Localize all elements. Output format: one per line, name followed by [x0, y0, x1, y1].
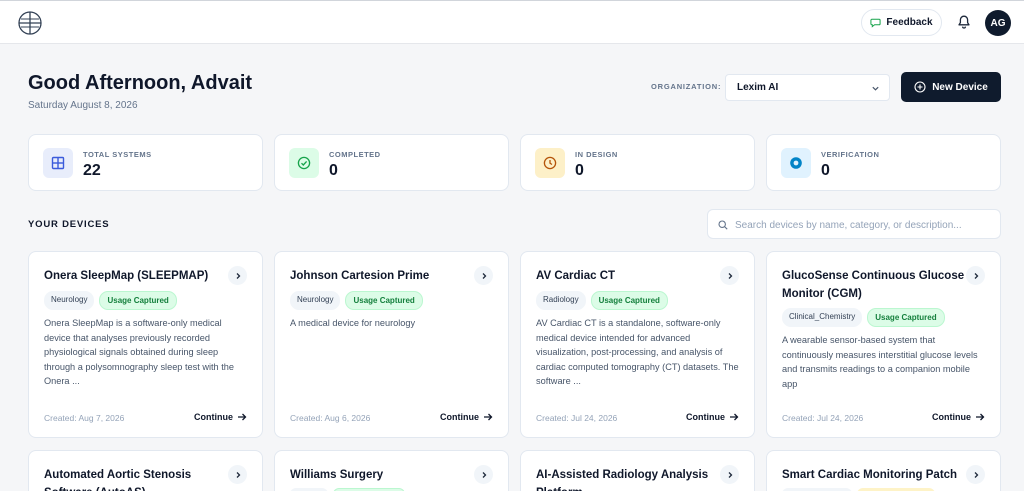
category-badge: Radiology [536, 291, 586, 310]
status-badge: Usage Captured [590, 291, 668, 310]
device-title: Johnson Cartesion Prime [290, 270, 430, 282]
stat-label: COMPLETED [329, 150, 381, 159]
search-box [707, 209, 1001, 239]
created-date: Created: Aug 6, 2026 [290, 413, 371, 423]
stat-value: 0 [329, 162, 338, 179]
organization-selected: Lexim AI [737, 82, 779, 93]
device-card[interactable]: Onera SleepMap (SLEEPMAP) Neurology Usag… [28, 251, 263, 438]
chevron-down-icon [872, 86, 879, 91]
device-card[interactable]: Automated Aortic Stenosis Software (Auto… [28, 450, 263, 491]
avatar[interactable]: AG [985, 10, 1011, 36]
chat-icon [870, 18, 882, 28]
tag-list: Neurology Usage Captured [44, 291, 177, 310]
device-card[interactable]: Williams Surgery [274, 450, 509, 491]
feedback-button[interactable]: Feedback [861, 9, 942, 36]
device-card[interactable]: AV Cardiac CT Radiology Usage Captured A… [520, 251, 755, 438]
category-badge: Neurology [290, 291, 341, 310]
logo-icon[interactable] [17, 10, 43, 36]
device-description: A wearable sensor-based system that cont… [782, 335, 978, 389]
stat-label: TOTAL SYSTEMS [83, 150, 152, 159]
tag-list: Clinical_Chemistry Usage Captured [782, 308, 945, 327]
continue-button[interactable]: Continue [686, 412, 739, 422]
tag-list: Neurology Usage Captured [290, 291, 423, 310]
page-title: Good Afternoon, Advait [28, 72, 253, 94]
organization-select[interactable]: Lexim AI [725, 74, 890, 101]
arrow-right-icon [730, 413, 739, 421]
device-title: Onera SleepMap (SLEEPMAP) [44, 270, 209, 282]
created-date: Created: Aug 7, 2026 [44, 413, 125, 423]
avatar-initials: AG [990, 17, 1006, 29]
new-device-label: New Device [932, 81, 988, 93]
arrow-right-icon [484, 413, 493, 421]
device-card[interactable]: AI-Assisted Radiology Analysis Platform [520, 450, 755, 491]
device-card[interactable]: Johnson Cartesion Prime Neurology Usage … [274, 251, 509, 438]
chevron-right-icon[interactable] [228, 465, 247, 484]
stat-card-in-design: IN DESIGN 0 [520, 134, 755, 191]
section-title: YOUR DEVICES [28, 219, 110, 230]
device-title: Williams Surgery [290, 469, 384, 481]
continue-button[interactable]: Continue [194, 412, 247, 422]
status-badge: Usage Captured [99, 291, 177, 310]
device-title: AI-Assisted Radiology Analysis Platform [536, 469, 709, 491]
bell-icon[interactable] [956, 14, 972, 30]
stat-value: 0 [575, 162, 584, 179]
chevron-right-icon[interactable] [720, 266, 739, 285]
stat-label: IN DESIGN [575, 150, 618, 159]
chevron-right-icon[interactable] [966, 266, 985, 285]
arrow-right-icon [976, 413, 985, 421]
device-title: GlucoSense Continuous Glucose Monitor (C… [782, 270, 965, 300]
tag-list: Radiology Usage Captured [536, 291, 668, 310]
feedback-label: Feedback [886, 17, 933, 28]
stat-label: VERIFICATION [821, 150, 880, 159]
continue-label: Continue [932, 412, 971, 422]
device-title: Automated Aortic Stenosis Software (Auto… [44, 469, 192, 491]
device-description: Onera SleepMap is a software-only medica… [44, 318, 234, 387]
created-date: Created: Jul 24, 2026 [782, 413, 864, 423]
continue-button[interactable]: Continue [440, 412, 493, 422]
device-description: A medical device for neurology [290, 318, 416, 328]
device-title: Smart Cardiac Monitoring Patch [782, 469, 958, 481]
plus-circle-icon [914, 81, 926, 93]
continue-label: Continue [440, 412, 479, 422]
stat-card-total-systems: TOTAL SYSTEMS 22 [28, 134, 263, 191]
current-date: Saturday August 8, 2026 [28, 100, 138, 111]
stat-card-completed: COMPLETED 0 [274, 134, 509, 191]
category-badge: Neurology [44, 291, 95, 310]
continue-label: Continue [686, 412, 725, 422]
chevron-right-icon[interactable] [228, 266, 247, 285]
status-badge: Usage Captured [345, 291, 423, 310]
clock-icon [535, 148, 565, 178]
target-icon [781, 148, 811, 178]
arrow-right-icon [238, 413, 247, 421]
chevron-right-icon[interactable] [474, 465, 493, 484]
stat-value: 22 [83, 162, 101, 179]
stat-card-verification: VERIFICATION 0 [766, 134, 1001, 191]
organization-label: ORGANIZATION: [651, 82, 722, 91]
top-bar: Feedback AG [0, 0, 1024, 44]
new-device-button[interactable]: New Device [901, 72, 1001, 102]
created-date: Created: Jul 24, 2026 [536, 413, 618, 423]
status-badge: Usage Captured [867, 308, 945, 327]
device-card[interactable]: Smart Cardiac Monitoring Patch [766, 450, 1001, 491]
continue-label: Continue [194, 412, 233, 422]
device-title: AV Cardiac CT [536, 270, 616, 282]
search-icon [718, 220, 728, 230]
chevron-right-icon[interactable] [966, 465, 985, 484]
device-description: AV Cardiac CT is a standalone, software-… [536, 318, 739, 387]
continue-button[interactable]: Continue [932, 412, 985, 422]
stat-value: 0 [821, 162, 830, 179]
search-input[interactable] [735, 216, 995, 234]
check-circle-icon [289, 148, 319, 178]
grid-icon [43, 148, 73, 178]
chevron-right-icon[interactable] [720, 465, 739, 484]
device-card[interactable]: GlucoSense Continuous Glucose Monitor (C… [766, 251, 1001, 438]
chevron-right-icon[interactable] [474, 266, 493, 285]
category-badge: Clinical_Chemistry [782, 308, 863, 327]
